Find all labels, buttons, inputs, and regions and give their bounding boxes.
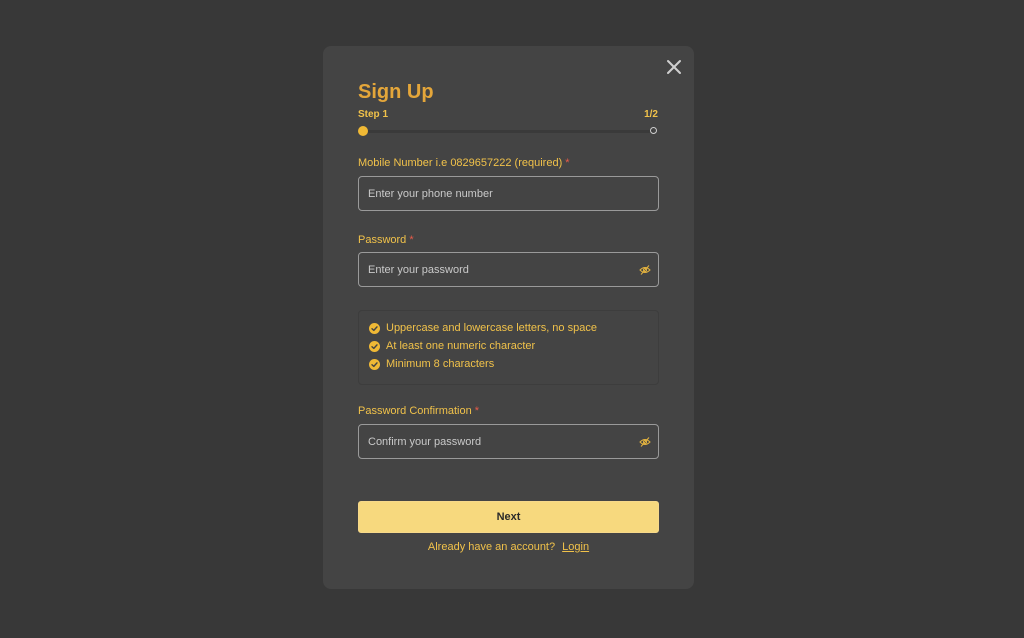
check-circle-icon <box>369 358 380 370</box>
password-confirmation-label: Password Confirmation * <box>358 405 479 417</box>
step-label: Step 1 <box>358 109 389 120</box>
password-label: Password * <box>358 234 414 246</box>
mobile-number-input[interactable] <box>359 177 638 210</box>
login-prompt-text: Already have an account? <box>427 541 556 553</box>
password-confirmation-field <box>358 424 659 459</box>
password-confirmation-input[interactable] <box>359 425 638 458</box>
step-progress-dot-next <box>650 127 657 134</box>
check-circle-icon <box>369 340 380 352</box>
close-icon[interactable] <box>665 58 683 76</box>
mobile-number-label: Mobile Number i.e 0829657222 (required) … <box>358 157 570 169</box>
password-label-text: Password <box>358 234 407 246</box>
eye-off-icon[interactable] <box>639 264 651 276</box>
sign-up-modal: Sign Up Step 1 1/2 Mobile Number i.e 082… <box>323 46 694 589</box>
password-requirements: Uppercase and lowercase letters, no spac… <box>358 310 659 385</box>
login-prompt: Already have an account? Login <box>323 541 694 553</box>
mobile-number-label-text: Mobile Number i.e 0829657222 (required) <box>358 157 563 169</box>
step-counter: 1/2 <box>644 109 658 120</box>
step-progress-track <box>363 130 653 133</box>
password-rule-text: Uppercase and lowercase letters, no spac… <box>386 322 597 334</box>
password-rule: Minimum 8 characters <box>369 357 494 371</box>
password-rule-text: At least one numeric character <box>386 340 536 352</box>
password-field <box>358 252 659 287</box>
required-asterisk: * <box>565 157 570 169</box>
password-input[interactable] <box>359 253 638 286</box>
eye-off-icon[interactable] <box>639 436 651 448</box>
required-asterisk: * <box>474 405 480 417</box>
next-button[interactable]: Next <box>358 501 659 533</box>
password-rule: Uppercase and lowercase letters, no spac… <box>369 321 597 335</box>
step-progress-dot-current <box>358 126 368 136</box>
password-confirmation-label-text: Password Confirmation <box>358 405 472 417</box>
login-link[interactable]: Login <box>562 541 589 553</box>
password-rule-text: Minimum 8 characters <box>386 358 495 370</box>
page-title: Sign Up <box>358 81 434 103</box>
required-asterisk: * <box>409 234 414 246</box>
password-rule: At least one numeric character <box>369 339 535 353</box>
check-circle-icon <box>369 322 380 334</box>
mobile-number-field <box>358 176 659 211</box>
